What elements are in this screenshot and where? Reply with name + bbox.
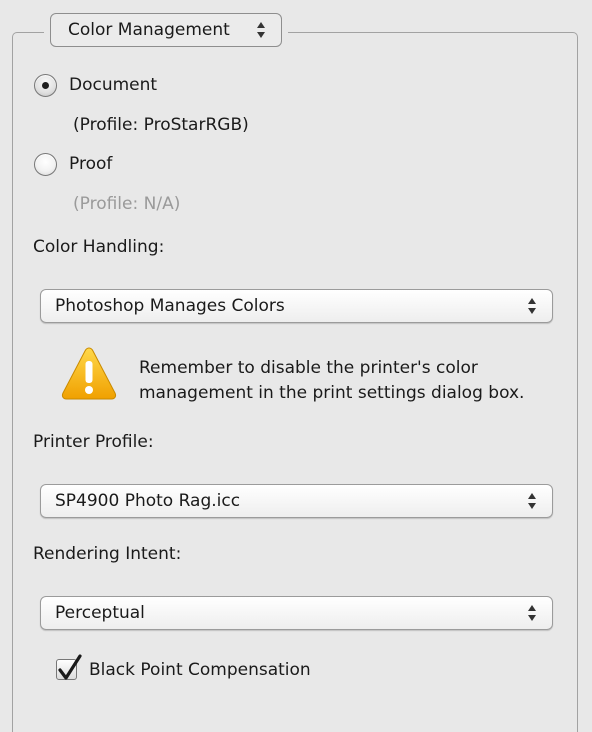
color-handling-label: Color Handling: (33, 237, 165, 257)
warning-triangle-icon (61, 347, 117, 400)
color-handling-popup[interactable]: Photoshop Manages Colors (40, 289, 553, 323)
black-point-checkbox[interactable] (56, 654, 82, 680)
radio-dot-icon (42, 82, 49, 89)
rendering-intent-label: Rendering Intent: (33, 544, 182, 564)
document-radio[interactable] (34, 74, 57, 97)
popup-arrows-icon (526, 493, 538, 509)
proof-radio[interactable] (34, 153, 57, 176)
color-management-popup[interactable]: Color Management (50, 13, 282, 47)
proof-radio-label[interactable]: Proof (69, 154, 112, 174)
document-radio-label[interactable]: Document (69, 75, 157, 95)
printer-profile-label: Printer Profile: (33, 432, 154, 452)
rendering-intent-value: Perceptual (55, 603, 145, 623)
warning-line-1: Remember to disable the printer's color (139, 358, 478, 378)
popup-arrows-icon (255, 22, 267, 38)
document-profile-text: (Profile: ProStarRGB) (73, 115, 249, 135)
popup-arrows-icon (526, 298, 538, 314)
color-handling-value: Photoshop Manages Colors (55, 296, 285, 316)
checkmark-icon (58, 654, 82, 680)
black-point-label[interactable]: Black Point Compensation (89, 660, 311, 680)
popup-arrows-icon (526, 605, 538, 621)
printer-profile-popup[interactable]: SP4900 Photo Rag.icc (40, 484, 553, 518)
rendering-intent-popup[interactable]: Perceptual (40, 596, 553, 630)
warning-line-2: management in the print settings dialog … (139, 383, 525, 403)
proof-profile-text: (Profile: N/A) (73, 194, 181, 214)
color-management-popup-label: Color Management (68, 20, 230, 40)
printer-profile-value: SP4900 Photo Rag.icc (55, 491, 241, 511)
